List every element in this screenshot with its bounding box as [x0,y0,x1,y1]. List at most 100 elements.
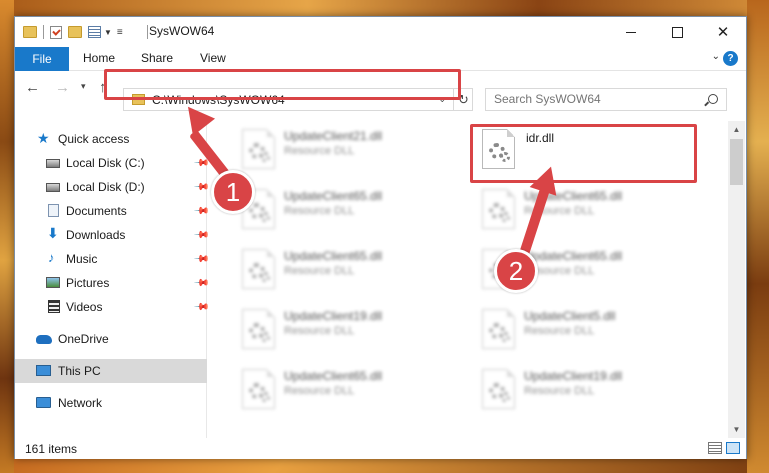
file-type: Resource DLL [524,385,595,397]
search-icon [708,94,718,104]
recent-locations-icon[interactable]: ▾ [81,81,86,92]
file-type: Resource DLL [284,325,355,337]
help-icon[interactable]: ? [723,51,738,66]
scroll-thumb[interactable] [730,139,743,185]
close-button[interactable]: ✕ [700,17,746,47]
sidebar-item-label: Videos [66,300,103,314]
ribbon-tabs: File Home Share View ⌄ ? [15,47,746,71]
sidebar-item-quick-access[interactable]: ★ Quick access [15,127,207,151]
file-item[interactable]: UpdateClient65.dll Resource DLL [236,185,466,235]
back-arrow-icon[interactable]: ← [25,79,40,96]
sidebar-item-label: Network [58,396,103,410]
sidebar-item-downloads[interactable]: ⬇ Downloads 📌 [15,223,210,247]
item-count: 161 items [25,442,78,456]
title-separator [147,25,148,39]
desktop-background [0,0,769,16]
address-bar-highlight [104,69,461,100]
document-icon [48,204,59,217]
file-type: Resource DLL [284,265,355,277]
search-input[interactable] [494,92,704,106]
sidebar-item-documents[interactable]: Documents 📌 [15,199,210,223]
sidebar-item-label: This PC [58,364,101,378]
dll-file-icon [242,369,275,409]
sidebar-item-label: Local Disk (C:) [66,156,145,170]
forward-arrow-icon[interactable]: → [55,79,70,96]
file-highlight [470,124,697,183]
dll-file-icon [242,129,275,169]
sidebar-item-label: Downloads [66,228,126,242]
dll-file-icon [482,369,515,409]
download-arrow-icon: ⬇ [47,225,59,241]
sidebar-item-music[interactable]: ♪ Music 📌 [15,247,210,271]
sidebar-item-label: OneDrive [58,332,109,346]
title-bar: ▼ ≡ SysWOW64 ✕ [15,17,746,47]
tab-view[interactable]: View [200,51,226,65]
minimize-button[interactable] [608,17,654,47]
sidebar-item-this-pc[interactable]: This PC [15,359,207,383]
drive-icon [46,159,60,168]
file-name: UpdateClient65.dll [284,189,383,203]
file-type: Resource DLL [524,325,595,337]
desktop-background-right [747,0,769,473]
file-item[interactable]: UpdateClient65.dll Resource DLL [476,185,706,235]
dll-file-icon [482,189,515,229]
drive-icon [46,183,60,192]
new-folder-icon[interactable] [68,26,82,38]
file-name: UpdateClient65.dll [284,249,383,263]
navigation-pane: ★ Quick access Local Disk (C:) 📌 Local D… [15,121,210,438]
sidebar-item-label: Documents [66,204,127,218]
file-item[interactable]: UpdateClient19.dll Resource DLL [476,365,706,415]
scroll-up-icon[interactable]: ▲ [728,121,745,138]
tab-file[interactable]: File [15,47,69,71]
large-icons-view-icon[interactable] [726,442,740,454]
sidebar-item-onedrive[interactable]: OneDrive [15,327,207,351]
search-box[interactable] [485,88,727,111]
rename-icon[interactable] [88,26,101,38]
sidebar-item-local-disk-d[interactable]: Local Disk (D:) 📌 [15,175,210,199]
music-note-icon: ♪ [48,250,55,265]
properties-check-icon[interactable] [50,25,62,39]
file-type: Resource DLL [284,205,355,217]
step-badge-1: 1 [211,170,255,214]
expand-ribbon-icon[interactable]: ⌄ [712,51,720,62]
close-icon: ✕ [716,24,730,41]
sidebar-item-label: Quick access [58,132,130,146]
file-item[interactable]: UpdateClient19.dll Resource DLL [236,305,466,355]
maximize-button[interactable] [654,17,700,47]
file-type: Resource DLL [284,145,355,157]
sidebar-item-pictures[interactable]: Pictures 📌 [15,271,210,295]
sidebar-item-label: Local Disk (D:) [66,180,145,194]
toolbar-separator [43,25,44,39]
sidebar-item-network[interactable]: Network [15,391,207,415]
sidebar-item-label: Music [66,252,98,266]
star-icon: ★ [37,130,50,146]
tab-home[interactable]: Home [83,51,115,65]
network-icon [36,397,51,408]
chevron-down-icon[interactable]: ▼ [104,28,112,37]
file-item[interactable]: UpdateClient65.dll Resource DLL [236,245,466,295]
picture-icon [46,277,60,288]
file-type: Resource DLL [284,385,355,397]
scroll-down-icon[interactable]: ▼ [728,421,745,438]
sidebar-item-videos[interactable]: Videos 📌 [15,295,210,319]
file-name: UpdateClient21.dll [284,129,383,143]
details-view-icon[interactable] [708,442,722,454]
customize-toolbar-icon[interactable]: ≡ [117,27,123,38]
dll-file-icon [242,309,275,349]
file-item[interactable]: UpdateClient5.dll Resource DLL [476,305,706,355]
file-name: UpdateClient19.dll [284,309,383,323]
folder-icon[interactable] [23,26,37,38]
status-bar: 161 items [15,438,746,459]
dll-file-icon [482,309,515,349]
tab-share[interactable]: Share [141,51,173,65]
file-item[interactable]: UpdateClient65.dll Resource DLL [236,365,466,415]
file-name: UpdateClient65.dll [284,369,383,383]
step-badge-2: 2 [494,249,538,293]
file-name: UpdateClient5.dll [524,309,616,323]
vertical-scrollbar[interactable]: ▲ ▼ [728,121,745,438]
sidebar-item-local-disk-c[interactable]: Local Disk (C:) 📌 [15,151,210,175]
quick-access-toolbar: ▼ ≡ [23,24,123,40]
file-item[interactable]: UpdateClient21.dll Resource DLL [236,125,466,175]
file-name: UpdateClient65.dll [524,249,623,263]
dll-file-icon [242,249,275,289]
